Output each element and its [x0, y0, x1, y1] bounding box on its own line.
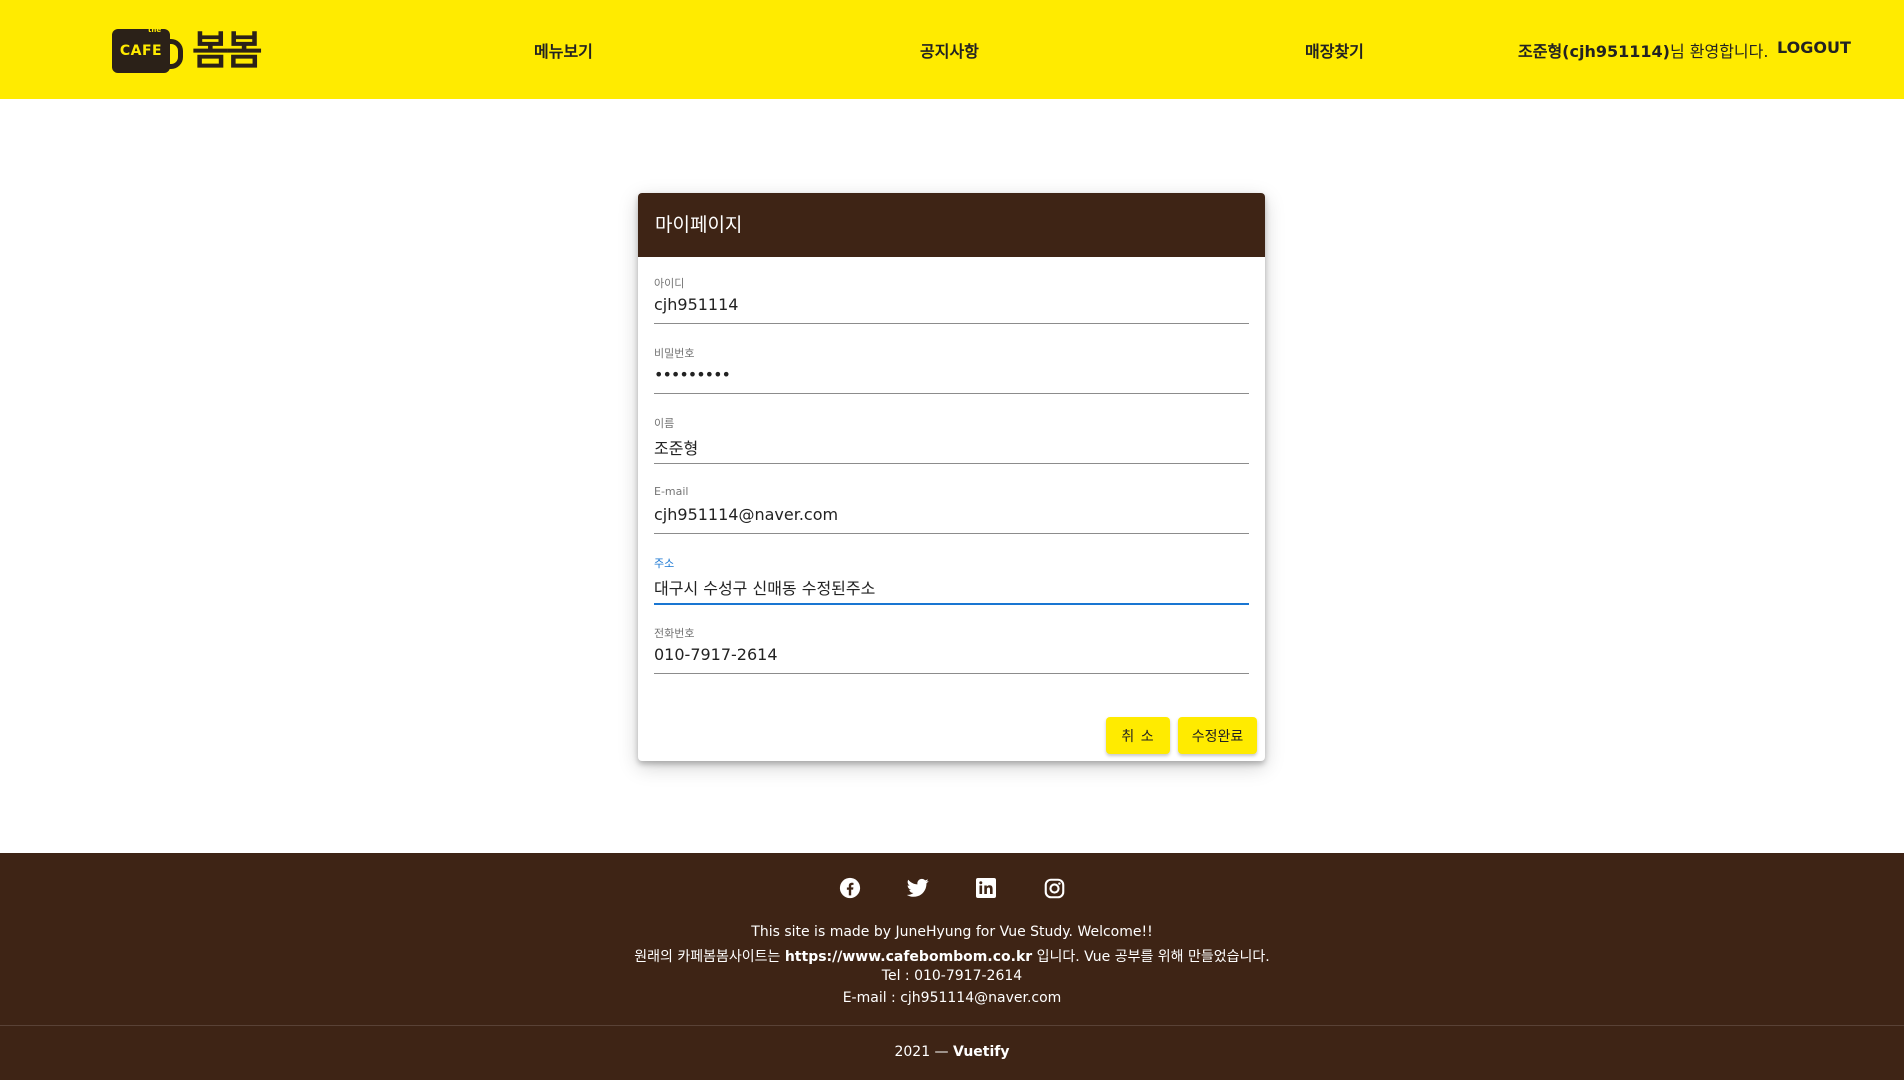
email-field[interactable]: E-mail cjh951114@naver.com: [654, 485, 1249, 543]
footer-original-prefix: 원래의 카페봄봄사이트는: [634, 949, 785, 965]
field-value[interactable]: cjh951114@naver.com: [654, 505, 838, 524]
phone-field[interactable]: 전화번호 010-7917-2614: [654, 625, 1249, 683]
social-links: [0, 876, 1904, 900]
field-label: 전화번호: [654, 627, 695, 640]
field-label: 아이디: [654, 277, 685, 290]
logout-button[interactable]: LOGOUT: [1777, 38, 1851, 57]
logo-cup-text: CAFE: [119, 43, 163, 59]
field-underline: [654, 323, 1249, 324]
address-field[interactable]: 주소 대구시 수성구 신매동 수정된주소: [654, 555, 1249, 613]
field-value[interactable]: 대구시 수성구 신매동 수정된주소: [654, 575, 875, 599]
footer-divider: [0, 1025, 1904, 1026]
original-site-link[interactable]: https://www.cafebombom.co.kr: [785, 949, 1032, 965]
field-label: 이름: [654, 417, 675, 430]
card-title: 마이페이지: [638, 193, 1265, 257]
footer-original-suffix: 입니다. Vue 공부를 위해 만들었습니다.: [1032, 949, 1270, 965]
field-value[interactable]: cjh951114: [654, 295, 738, 314]
field-underline: [654, 393, 1249, 394]
footer-credit: This site is made by JuneHyung for Vue S…: [751, 924, 1153, 940]
twitter-icon[interactable]: [906, 876, 930, 900]
field-label: 주소: [654, 557, 675, 570]
field-value[interactable]: 조준형: [654, 435, 698, 459]
field-label: E-mail: [654, 485, 689, 498]
nav-menu[interactable]: 메뉴보기: [534, 38, 593, 62]
field-underline: [654, 603, 1249, 605]
top-app-bar: CAFE the 봄봄 메뉴보기 공지사항 매장찾기 조준형(cjh951114…: [0, 0, 1904, 99]
footer-original-site: 원래의 카페봄봄사이트는 https://www.cafebombom.co.k…: [0, 946, 1904, 966]
field-underline: [654, 673, 1249, 674]
field-value[interactable]: 010-7917-2614: [654, 645, 778, 664]
linkedin-icon[interactable]: [974, 876, 998, 900]
coffee-cup-icon: CAFE the: [112, 26, 183, 73]
name-field[interactable]: 이름 조준형: [654, 415, 1249, 473]
submit-edit-button[interactable]: 수정완료: [1178, 717, 1257, 754]
welcome-message: 조준형(cjh951114)님 환영합니다.: [1518, 38, 1768, 62]
logo-small-text: the: [148, 26, 162, 34]
welcome-user: 조준형(cjh951114): [1518, 42, 1670, 61]
field-underline: [654, 533, 1249, 534]
user-id-field[interactable]: 아이디 cjh951114: [654, 275, 1249, 333]
nav-store-finder[interactable]: 매장찾기: [1305, 38, 1364, 62]
footer: This site is made by JuneHyung for Vue S…: [0, 853, 1904, 1080]
mypage-card: 마이페이지 아이디 cjh951114 비밀번호 ••••••••• 이름 조준…: [638, 193, 1265, 761]
facebook-icon[interactable]: [838, 876, 862, 900]
cafe-bombom-logo[interactable]: CAFE the 봄봄: [112, 26, 263, 76]
field-label: 비밀번호: [654, 347, 695, 360]
password-field[interactable]: 비밀번호 •••••••••: [654, 345, 1249, 403]
logo-brand-text: 봄봄: [192, 28, 263, 74]
footer-email: E-mail : cjh951114@naver.com: [842, 990, 1062, 1006]
copyright-year: 2021 —: [894, 1044, 953, 1060]
cancel-button[interactable]: 취 소: [1106, 717, 1170, 754]
welcome-suffix: 님 환영합니다.: [1669, 42, 1769, 61]
nav-notice[interactable]: 공지사항: [920, 38, 979, 62]
instagram-icon[interactable]: [1042, 876, 1066, 900]
footer-copyright: 2021 — Vuetify: [0, 1044, 1904, 1060]
copyright-brand: Vuetify: [953, 1044, 1010, 1060]
field-underline: [654, 463, 1249, 464]
footer-tel: Tel : 010-7917-2614: [881, 968, 1023, 984]
field-value[interactable]: •••••••••: [654, 365, 731, 384]
